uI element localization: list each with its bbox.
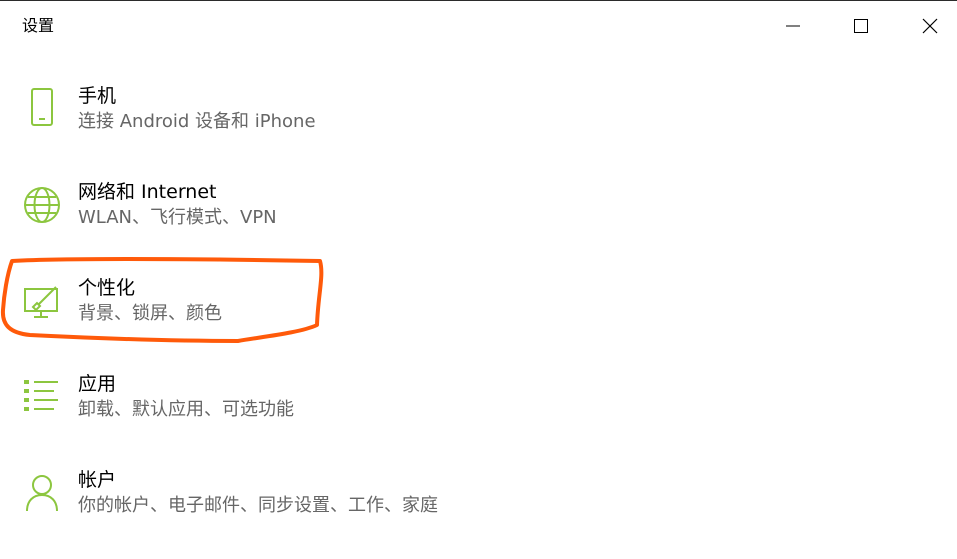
personalization-icon bbox=[20, 281, 64, 325]
settings-item-description: 卸载、默认应用、可选功能 bbox=[78, 399, 294, 420]
maximize-icon bbox=[854, 19, 868, 33]
settings-item-description: 你的帐户、电子邮件、同步设置、工作、家庭 bbox=[78, 495, 438, 516]
minimize-icon bbox=[786, 25, 800, 27]
settings-item-network[interactable]: 网络和 Internet WLAN、飞行模式、VPN bbox=[0, 171, 600, 251]
apps-list-icon bbox=[20, 375, 64, 419]
settings-item-description: WLAN、飞行模式、VPN bbox=[78, 207, 277, 228]
settings-item-phone[interactable]: 手机 连接 Android 设备和 iPhone bbox=[0, 75, 600, 155]
settings-item-label: 应用 bbox=[78, 373, 117, 395]
close-icon bbox=[922, 18, 938, 34]
globe-icon bbox=[20, 183, 64, 227]
close-button[interactable] bbox=[907, 2, 953, 50]
window-title: 设置 bbox=[22, 16, 55, 35]
minimize-button[interactable] bbox=[770, 2, 816, 50]
settings-item-personalization[interactable]: 个性化 背景、锁屏、颜色 bbox=[0, 267, 600, 347]
settings-item-label: 手机 bbox=[78, 85, 117, 107]
phone-icon bbox=[20, 85, 64, 129]
settings-item-accounts[interactable]: 帐户 你的帐户、电子邮件、同步设置、工作、家庭 bbox=[0, 459, 600, 539]
settings-item-apps[interactable]: 应用 卸载、默认应用、可选功能 bbox=[0, 363, 600, 443]
settings-item-label: 帐户 bbox=[78, 469, 117, 491]
settings-item-label: 个性化 bbox=[78, 277, 136, 299]
maximize-button[interactable] bbox=[838, 2, 884, 50]
settings-item-label: 网络和 Internet bbox=[78, 181, 217, 203]
person-icon bbox=[20, 471, 64, 515]
title-bar: 设置 bbox=[0, 1, 957, 49]
settings-item-description: 背景、锁屏、颜色 bbox=[78, 303, 222, 324]
settings-item-description: 连接 Android 设备和 iPhone bbox=[78, 111, 316, 132]
